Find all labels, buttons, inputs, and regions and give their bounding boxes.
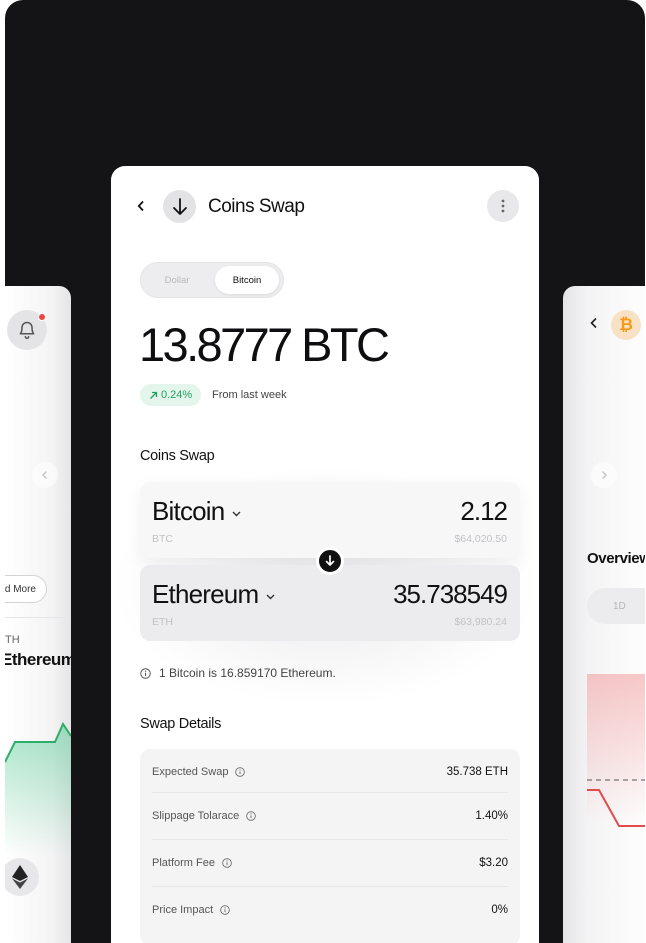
swap-icon-button[interactable] (163, 190, 196, 223)
to-fiat-value: $63,980.24 (454, 616, 507, 628)
coins-swap-card: Coins Swap Dollar Bitcoin 13.8777 BTC 0.… (111, 166, 539, 943)
change-value: 0.24% (161, 389, 193, 401)
app-showcase: d More TH Ethereum ₿ Overview 1D Coins S… (5, 0, 645, 943)
info-icon (140, 667, 151, 679)
detail-label: Slippage Tolarace (152, 809, 240, 822)
to-coin-name: Ethereum (152, 579, 259, 609)
detail-value: 1.40% (475, 809, 508, 822)
chevron-left-icon (590, 317, 597, 329)
swap-details-table: Expected Swap 35.738 ETH Slippage Tolara… (140, 749, 520, 943)
from-fiat-value: $64,020.50 (454, 533, 507, 545)
notification-button[interactable] (7, 310, 47, 350)
change-badge: 0.24% (140, 384, 202, 406)
detail-row-platform-fee: Platform Fee $3.20 (152, 839, 508, 885)
chevron-left-icon (137, 200, 144, 212)
overview-title: Overview (587, 550, 645, 567)
chevron-down-icon (266, 594, 275, 599)
from-coin-selector[interactable]: Bitcoin (152, 496, 241, 527)
from-coin-symbol: BTC (152, 533, 173, 545)
detail-value: $3.20 (479, 856, 508, 869)
swap-details-title: Swap Details (140, 716, 222, 732)
period-selector[interactable]: 1D (587, 588, 645, 624)
price-chart (587, 674, 645, 827)
currency-toggle: Dollar Bitcoin (140, 262, 284, 298)
from-coin-name: Bitcoin (152, 496, 225, 526)
toggle-option-dollar[interactable]: Dollar (153, 263, 201, 297)
swap-to-row[interactable]: Ethereum ETH 35.738549 $63,980.24 (140, 565, 520, 641)
swap-section-title: Coins Swap (140, 448, 215, 464)
detail-label: Price Impact (152, 903, 214, 916)
exchange-rate-text: 1 Bitcoin is 16.859170 Ethereum. (159, 666, 336, 680)
right-preview-card: ₿ Overview 1D (563, 286, 645, 943)
detail-value: 0% (491, 903, 508, 916)
exchange-rate-info: 1 Bitcoin is 16.859170 Ethereum. (140, 666, 336, 680)
swap-direction-button[interactable] (316, 547, 344, 575)
price-chart (5, 721, 71, 856)
bitcoin-icon: ₿ (611, 310, 641, 340)
balance-amount: 13.8777 BTC (139, 318, 390, 371)
ethereum-icon (12, 865, 28, 889)
read-more-button[interactable]: d More (5, 575, 47, 603)
coin-name: Ethereum (5, 650, 71, 669)
to-coin-symbol: ETH (152, 616, 173, 628)
chevron-down-icon (232, 511, 241, 516)
to-coin-selector[interactable]: Ethereum (152, 579, 275, 610)
info-icon[interactable] (246, 810, 256, 821)
detail-label: Expected Swap (152, 766, 229, 778)
chevron-right-icon (602, 471, 607, 479)
detail-row-price-impact: Price Impact 0% (152, 886, 508, 932)
arrow-down-icon (172, 197, 187, 215)
to-amount: 35.738549 (393, 579, 508, 609)
toggle-option-bitcoin[interactable]: Bitcoin (215, 266, 279, 294)
page-title: Coins Swap (208, 196, 305, 217)
bell-icon (19, 321, 35, 340)
detail-row-slippage: Slippage Tolarace 1.40% (152, 792, 508, 838)
info-icon[interactable] (220, 904, 230, 915)
back-button[interactable] (589, 316, 599, 332)
carousel-prev-button[interactable] (32, 462, 58, 488)
detail-label: Platform Fee (152, 856, 215, 869)
left-preview-card: d More TH Ethereum (5, 286, 71, 943)
notification-dot (38, 313, 46, 321)
back-button[interactable] (137, 196, 153, 216)
info-icon[interactable] (235, 767, 246, 777)
ethereum-badge (5, 858, 39, 896)
info-icon[interactable] (222, 857, 232, 868)
carousel-next-button[interactable] (591, 462, 617, 488)
more-vertical-icon (501, 199, 505, 213)
more-options-button[interactable] (487, 190, 519, 222)
change-label: From last week (212, 389, 287, 401)
detail-value: 35.738 ETH (446, 766, 508, 778)
arrow-down-icon (325, 555, 335, 566)
arrow-up-right-icon (150, 391, 158, 399)
detail-row-expected-swap: Expected Swap 35.738 ETH (152, 749, 508, 795)
coin-symbol: TH (5, 634, 20, 646)
divider (5, 617, 71, 618)
from-amount[interactable]: 2.12 (460, 496, 508, 527)
chevron-left-icon (42, 471, 47, 479)
